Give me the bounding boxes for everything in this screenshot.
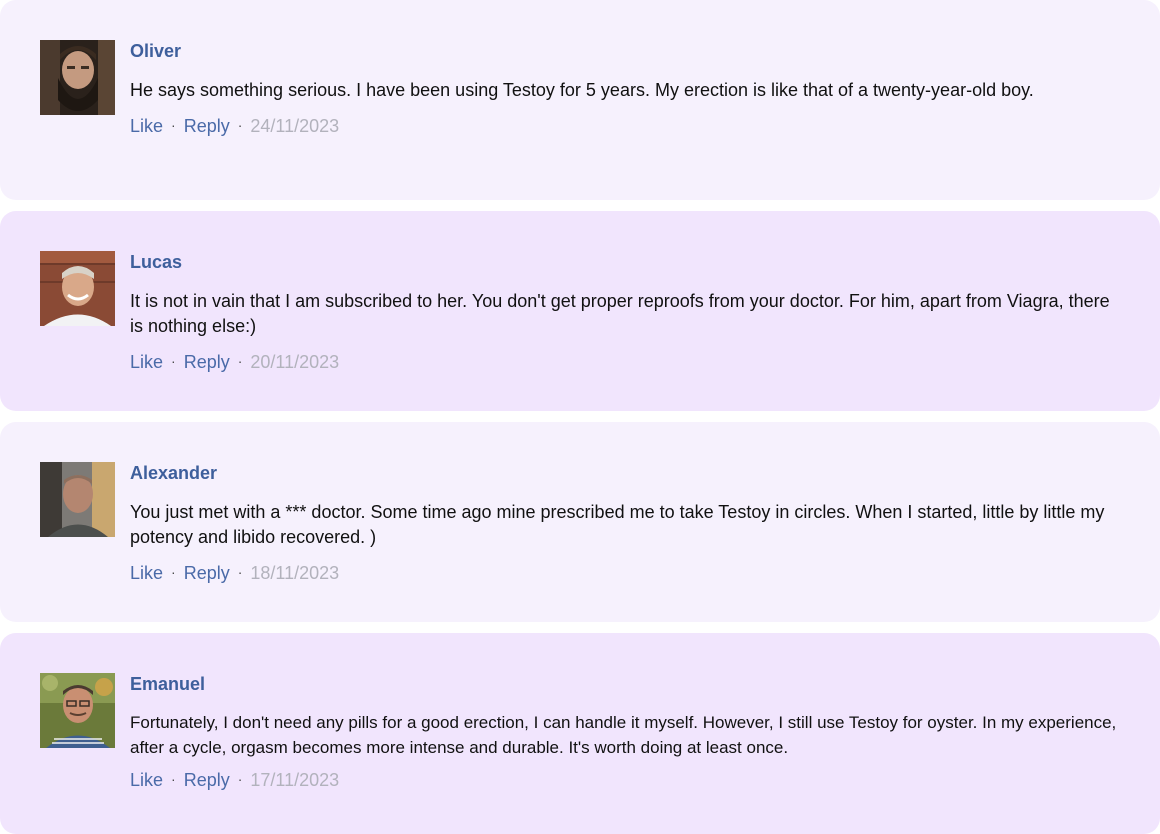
like-button[interactable]: Like — [130, 352, 163, 372]
like-button[interactable]: Like — [130, 116, 163, 136]
separator: · — [237, 564, 243, 580]
separator: · — [237, 771, 243, 787]
comment-text: It is not in vain that I am subscribed t… — [130, 291, 1110, 336]
avatar[interactable] — [40, 462, 115, 537]
comment-date: 24/11/2023 — [250, 116, 340, 136]
comment-body: Oliver He says something serious. I have… — [130, 40, 1120, 138]
separator: · — [171, 353, 176, 369]
comment-body: Lucas It is not in vain that I am subscr… — [130, 251, 1120, 374]
comment-actions: Like · Reply · 24/11/2023 — [130, 115, 1120, 138]
comment-date: 20/11/2023 — [250, 352, 340, 372]
comment-card: Lucas It is not in vain that I am subscr… — [0, 211, 1160, 411]
comment-actions: Like · Reply · 17/11/2023 — [130, 769, 1120, 792]
comment-author[interactable]: Oliver — [130, 40, 1120, 62]
avatar[interactable] — [40, 673, 115, 748]
comment-date: 18/11/2023 — [250, 563, 340, 583]
comments-list: Oliver He says something serious. I have… — [0, 0, 1160, 834]
reply-button[interactable]: Reply — [184, 770, 230, 790]
comment-card: Alexander You just met with a *** doctor… — [0, 422, 1160, 622]
comment-body: Emanuel Fortunately, I don't need any pi… — [130, 673, 1120, 792]
like-button[interactable]: Like — [130, 770, 163, 790]
avatar-photo — [40, 40, 115, 115]
separator: · — [237, 117, 243, 133]
comment-actions: Like · Reply · 20/11/2023 — [130, 351, 1120, 374]
avatar-photo — [40, 673, 115, 748]
comment-author[interactable]: Lucas — [130, 251, 1120, 273]
avatar-photo — [40, 462, 115, 537]
avatar-photo — [40, 251, 115, 326]
comment-date: 17/11/2023 — [250, 770, 340, 790]
comment-card: Oliver He says something serious. I have… — [0, 0, 1160, 200]
like-button[interactable]: Like — [130, 563, 163, 583]
reply-button[interactable]: Reply — [184, 563, 230, 583]
comment-author[interactable]: Emanuel — [130, 673, 1120, 695]
separator: · — [237, 353, 243, 369]
comment-text: Fortunately, I don't need any pills for … — [130, 713, 1117, 757]
comment-text: He says something serious. I have been u… — [130, 80, 1034, 100]
separator: · — [171, 771, 176, 787]
separator: · — [171, 117, 176, 133]
comment-body: Alexander You just met with a *** doctor… — [130, 462, 1120, 585]
comment-author[interactable]: Alexander — [130, 462, 1120, 484]
avatar[interactable] — [40, 251, 115, 326]
reply-button[interactable]: Reply — [184, 116, 230, 136]
separator: · — [171, 564, 176, 580]
comment-card: Emanuel Fortunately, I don't need any pi… — [0, 633, 1160, 834]
comment-actions: Like · Reply · 18/11/2023 — [130, 562, 1120, 585]
avatar[interactable] — [40, 40, 115, 115]
reply-button[interactable]: Reply — [184, 352, 230, 372]
comment-text: You just met with a *** doctor. Some tim… — [130, 502, 1105, 547]
